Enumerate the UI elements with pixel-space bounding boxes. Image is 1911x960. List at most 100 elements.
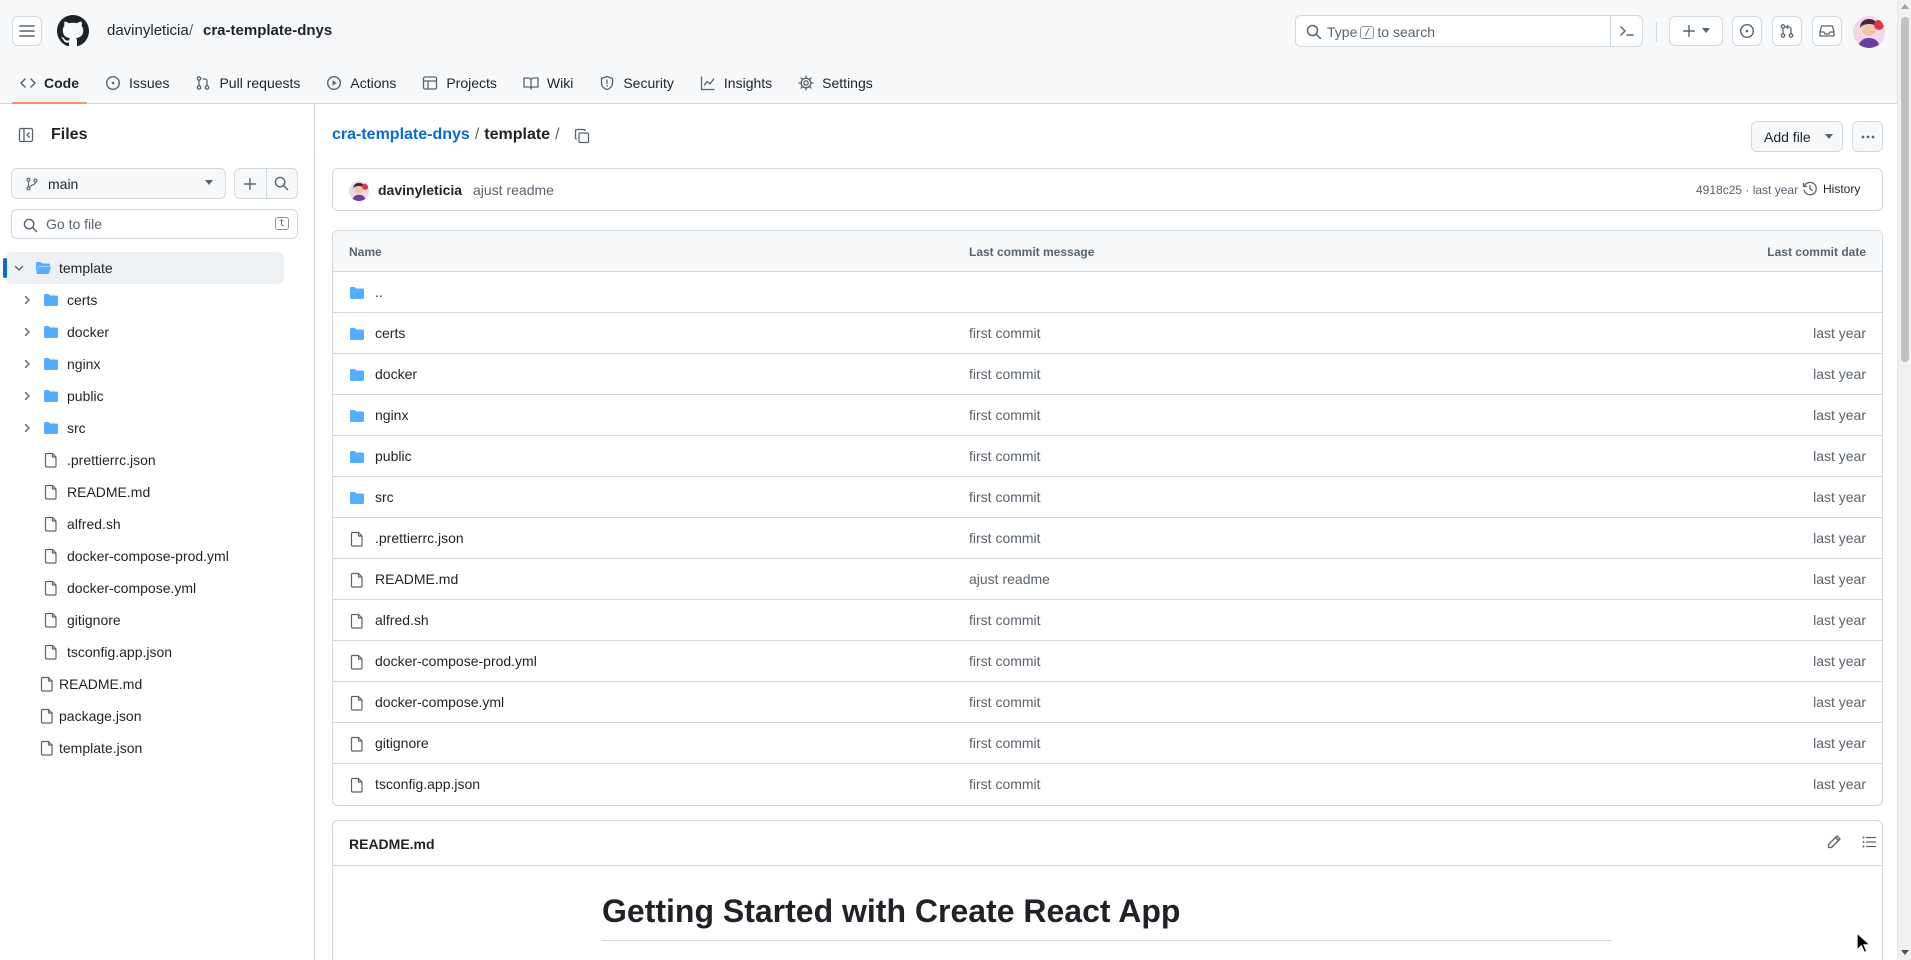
tree-item[interactable]: docker-compose-prod.yml: [0, 540, 315, 572]
more-options-button[interactable]: [1852, 121, 1883, 152]
scroll-up-arrow-icon[interactable]: [1901, 4, 1909, 9]
table-row[interactable]: README.md ajust readme last year: [333, 559, 1882, 600]
menu-button[interactable]: [12, 16, 42, 46]
tab-wiki[interactable]: Wiki: [513, 62, 583, 104]
last-commit-message[interactable]: ajust readme: [969, 571, 1050, 587]
file-name-link[interactable]: alfred.sh: [375, 612, 429, 628]
tree-item[interactable]: README.md: [0, 476, 315, 508]
inbox-button[interactable]: [1812, 16, 1842, 46]
table-row[interactable]: nginx first commit last year: [333, 395, 1882, 436]
readme-title[interactable]: README.md: [349, 836, 435, 852]
add-file-button[interactable]: Add file: [1751, 121, 1843, 152]
tree-item[interactable]: tsconfig.app.json: [0, 636, 315, 668]
file-name-link[interactable]: README.md: [375, 571, 458, 587]
tree-item[interactable]: gitignore: [0, 604, 315, 636]
chevron-right-icon[interactable]: [21, 294, 33, 306]
table-row[interactable]: gitignore first commit last year: [333, 723, 1882, 764]
tab-pull-requests[interactable]: Pull requests: [185, 62, 310, 104]
last-commit-message[interactable]: first commit: [969, 366, 1041, 382]
last-commit-message[interactable]: first commit: [969, 448, 1041, 464]
table-row[interactable]: docker-compose-prod.yml first commit last …: [333, 641, 1882, 682]
command-palette-button[interactable]: [1610, 15, 1642, 47]
tab-insights[interactable]: Insights: [690, 62, 782, 104]
tab-actions[interactable]: Actions: [316, 62, 406, 104]
tree-item[interactable]: README.md: [0, 668, 315, 700]
file-name-link[interactable]: .prettierrc.json: [375, 530, 464, 546]
create-new-button[interactable]: [1669, 16, 1723, 46]
tab-code[interactable]: Code: [10, 62, 89, 104]
last-commit-message[interactable]: first commit: [969, 325, 1041, 341]
tab-issues[interactable]: Issues: [95, 62, 179, 104]
commit-hash-time[interactable]: 4918c25 · last year: [1696, 183, 1798, 197]
chevron-right-icon[interactable]: [21, 358, 33, 370]
table-row[interactable]: certs first commit last year: [333, 313, 1882, 354]
add-file-tree-button[interactable]: [235, 169, 266, 198]
table-row[interactable]: tsconfig.app.json first commit last year: [333, 764, 1882, 805]
last-commit-message[interactable]: first commit: [969, 653, 1041, 669]
search-tree-button[interactable]: [265, 169, 298, 198]
user-avatar[interactable]: [1853, 16, 1885, 48]
chevron-down-icon[interactable]: [13, 262, 25, 274]
table-row[interactable]: alfred.sh first commit last year: [333, 600, 1882, 641]
file-name-link[interactable]: docker-compose.yml: [375, 694, 504, 710]
last-commit-message[interactable]: first commit: [969, 776, 1041, 792]
go-to-file-field[interactable]: t: [11, 209, 298, 239]
tree-item[interactable]: src: [0, 412, 315, 444]
last-commit-message[interactable]: first commit: [969, 612, 1041, 628]
commit-author-avatar[interactable]: [349, 181, 369, 201]
table-row[interactable]: docker first commit last year: [333, 354, 1882, 395]
file-name-link[interactable]: certs: [375, 325, 405, 341]
tree-item[interactable]: docker-compose.yml: [0, 572, 315, 604]
chevron-right-icon[interactable]: [21, 422, 33, 434]
collapse-sidebar-button[interactable]: [11, 120, 41, 150]
tab-security[interactable]: Security: [589, 62, 684, 104]
tree-item[interactable]: package.json: [0, 700, 315, 732]
file-name-link[interactable]: nginx: [375, 407, 408, 423]
page-scrollbar[interactable]: [1897, 0, 1911, 960]
last-commit-message[interactable]: first commit: [969, 530, 1041, 546]
last-commit-message[interactable]: first commit: [969, 694, 1041, 710]
file-name-link[interactable]: docker: [375, 366, 417, 382]
last-commit-message[interactable]: first commit: [969, 735, 1041, 751]
github-logo-icon[interactable]: [57, 15, 89, 47]
breadcrumb-repo-link[interactable]: cra-template-dnys: [332, 126, 470, 144]
table-row[interactable]: docker-compose.yml first commit last year: [333, 682, 1882, 723]
branch-selector[interactable]: main: [11, 168, 226, 199]
scroll-down-arrow-icon[interactable]: [1901, 950, 1909, 955]
file-name-link[interactable]: src: [375, 489, 394, 505]
pencil-icon[interactable]: [1826, 834, 1842, 850]
table-row[interactable]: ..: [333, 272, 1882, 313]
tree-item[interactable]: template: [3, 252, 284, 284]
last-commit-message[interactable]: first commit: [969, 489, 1041, 505]
list-unordered-icon[interactable]: [1861, 834, 1877, 850]
owner-link[interactable]: davinyleticia: [107, 22, 189, 39]
commit-message[interactable]: ajust readme: [473, 182, 554, 198]
file-name-link[interactable]: public: [375, 448, 412, 464]
go-to-file-input[interactable]: [46, 215, 246, 233]
file-name-link[interactable]: ..: [375, 284, 383, 300]
history-button[interactable]: History: [1802, 181, 1860, 197]
table-row[interactable]: .prettierrc.json first commit last year: [333, 518, 1882, 559]
tree-item[interactable]: nginx: [0, 348, 315, 380]
last-commit-message[interactable]: first commit: [969, 407, 1041, 423]
tree-item[interactable]: alfred.sh: [0, 508, 315, 540]
search-input[interactable]: Type / to search: [1295, 15, 1643, 47]
tree-item[interactable]: template.json: [0, 732, 315, 764]
pull-requests-button[interactable]: [1772, 16, 1802, 46]
tab-projects[interactable]: Projects: [412, 62, 507, 104]
tree-item[interactable]: .prettierrc.json: [0, 444, 315, 476]
repo-link[interactable]: cra-template-dnys: [203, 22, 332, 39]
tree-item[interactable]: docker: [0, 316, 315, 348]
chevron-right-icon[interactable]: [21, 390, 33, 402]
commit-author[interactable]: davinyleticia: [378, 182, 462, 198]
issues-button[interactable]: [1732, 16, 1762, 46]
tree-item[interactable]: public: [0, 380, 315, 412]
tab-settings[interactable]: Settings: [788, 62, 883, 104]
tree-item[interactable]: certs: [0, 284, 315, 316]
file-name-link[interactable]: tsconfig.app.json: [375, 776, 480, 792]
table-row[interactable]: src first commit last year: [333, 477, 1882, 518]
copy-path-button[interactable]: [570, 124, 594, 148]
scrollbar-thumb[interactable]: [1901, 17, 1909, 362]
file-name-link[interactable]: docker-compose-prod.yml: [375, 653, 537, 669]
file-name-link[interactable]: gitignore: [375, 735, 429, 751]
